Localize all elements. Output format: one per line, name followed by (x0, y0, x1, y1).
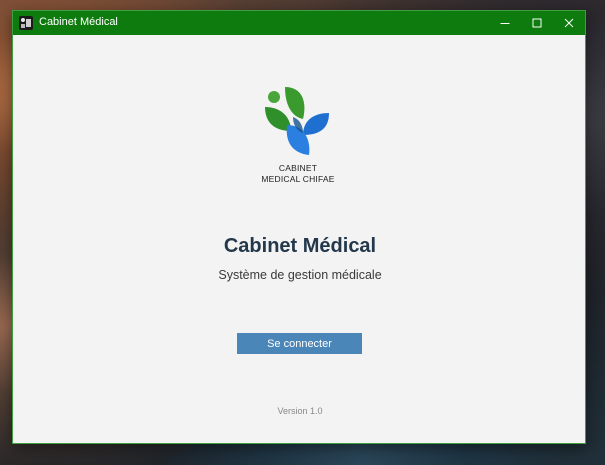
maximize-button[interactable] (521, 11, 553, 35)
medical-app-icon (19, 16, 33, 30)
minimize-button[interactable] (489, 11, 521, 35)
page-title: Cabinet Médical (223, 235, 377, 257)
logo-text-line1: CABINET (278, 163, 318, 173)
version-label: Version 1.0 (277, 406, 323, 416)
maximize-icon (532, 18, 542, 28)
login-button[interactable]: Se connecter (237, 333, 362, 354)
app-window: Cabinet Médical CABINET MEDICAL CHIFAE C… (12, 10, 586, 444)
page-subtitle: Système de gestion médicale (218, 268, 382, 282)
close-icon (564, 18, 574, 28)
minimize-icon (500, 23, 510, 24)
window-title: Cabinet Médical (39, 16, 118, 28)
close-button[interactable] (553, 11, 585, 35)
title-bar[interactable]: Cabinet Médical (13, 11, 585, 35)
logo-text-line2: MEDICAL CHIFAE (261, 174, 335, 184)
clinic-logo (265, 87, 329, 155)
main-content: CABINET MEDICAL CHIFAE Cabinet Médical S… (13, 35, 585, 443)
